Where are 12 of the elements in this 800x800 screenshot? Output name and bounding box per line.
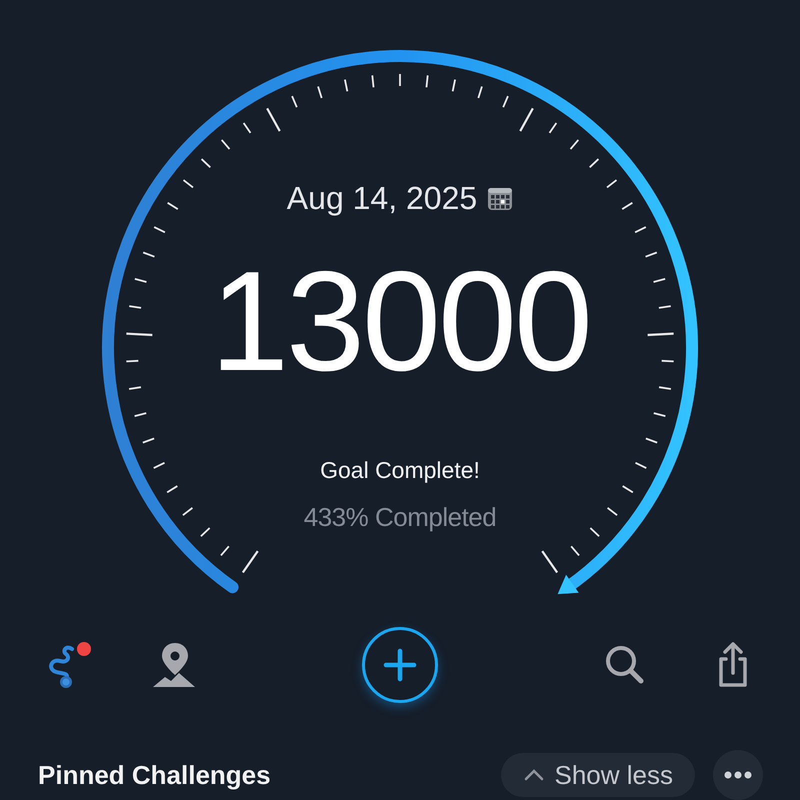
step-count: 13000 [210,251,590,393]
section-title: Pinned Challenges [38,760,271,790]
arrow-head [558,574,579,594]
goal-message: Goal Complete! [320,457,480,484]
more-icon [723,771,753,779]
calendar-icon[interactable] [487,186,514,212]
show-less-button[interactable]: Show less [500,753,695,797]
date-label: Aug 14, 2025 [286,180,478,217]
caret-icon [522,768,544,782]
more-button[interactable] [713,750,763,800]
add-button[interactable] [362,627,438,703]
percent-completed: 433% Completed [304,502,496,533]
